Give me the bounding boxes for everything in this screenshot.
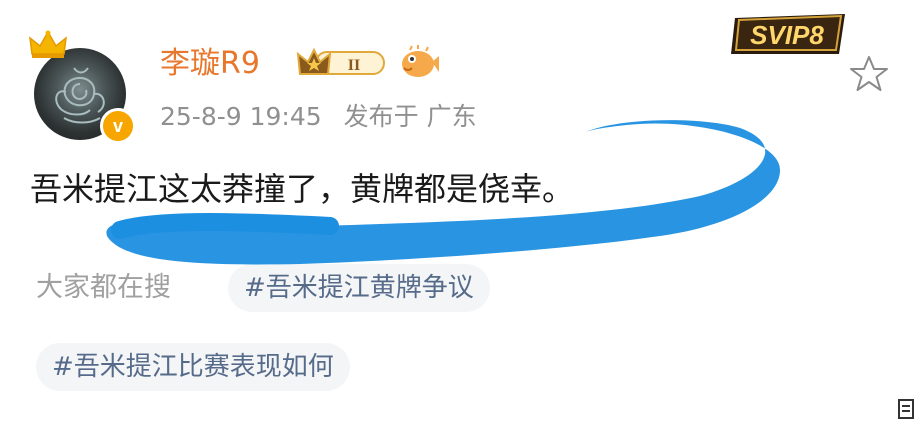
post-timestamp: 25-8-9 19:45 [160,102,322,131]
crown-icon [29,30,67,58]
username[interactable]: 李璇R9 [160,44,260,84]
post-meta: 25-8-9 19:45 发布于 广东 [160,100,499,134]
vip-level-badge: II [296,47,385,75]
avatar-container[interactable]: v [29,30,136,144]
post-content: 吾米提江这太莽撞了，黄牌都是侥幸。 [30,170,575,208]
trending-search-label: 大家都在搜 [36,272,171,303]
svip-label: SVIP8 [750,20,824,50]
post-location: 发布于 广东 [343,102,477,131]
hashtag-1[interactable]: #吾米提江黄牌争议 [228,264,490,312]
verified-badge: v [100,108,136,144]
hashtag-2[interactable]: #吾米提江比赛表现如何 [36,343,350,391]
vip-level-text: II [348,57,360,74]
edge-icon [898,399,914,419]
pufferfish-icon [402,45,439,77]
star-icon[interactable] [849,54,889,94]
svip-badge: SVIP8 [731,14,845,54]
weibo-post: v 李璇R9 II 25-8-9 19:45 发布于 广东 SVIP8 吾米提江这… [0,0,922,433]
